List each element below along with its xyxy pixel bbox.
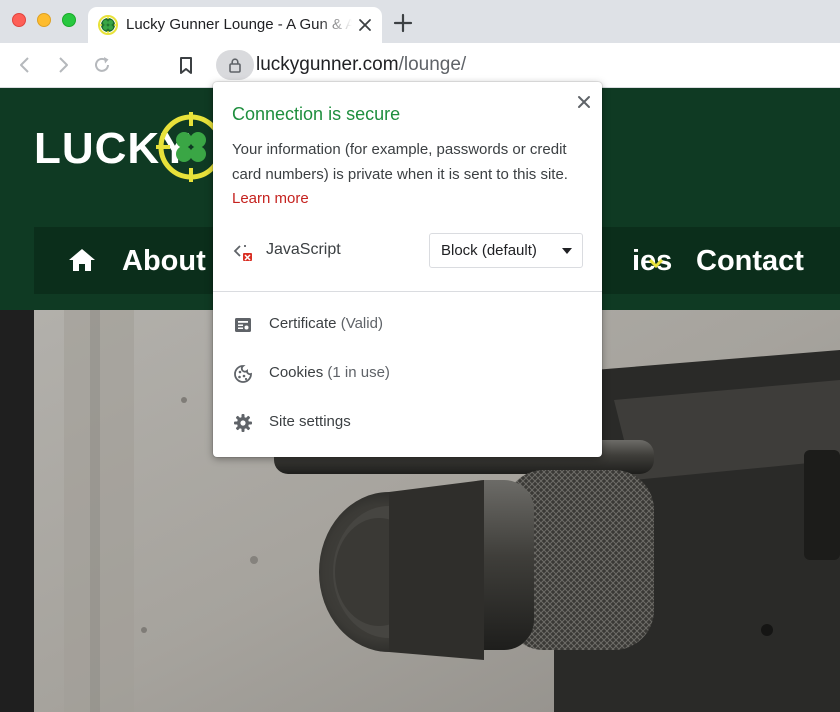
certificate-icon — [235, 318, 251, 332]
cookies-text: Cookies — [269, 364, 324, 381]
bookmark-icon[interactable] — [176, 55, 196, 75]
permission-select-value: Block (default) — [441, 242, 537, 259]
close-icon[interactable] — [576, 94, 592, 110]
certificate-row[interactable]: Certificate (Valid) — [213, 301, 602, 349]
address-url[interactable]: luckygunner.com/lounge/ — [256, 54, 466, 76]
site-info-button[interactable] — [216, 50, 254, 80]
certificate-label: Certificate (Valid) — [269, 315, 383, 332]
javascript-blocked-icon — [233, 245, 252, 261]
divider — [213, 291, 602, 292]
window-zoom-button[interactable] — [62, 13, 76, 27]
back-arrow-icon[interactable] — [15, 55, 35, 75]
lock-icon — [229, 58, 241, 73]
cookie-icon — [234, 365, 252, 383]
certificate-status: (Valid) — [340, 315, 383, 332]
home-icon[interactable] — [68, 247, 96, 273]
url-path: /lounge/ — [398, 54, 467, 75]
connection-description: Your information (for example, passwords… — [232, 138, 588, 212]
learn-more-link[interactable]: Learn more — [232, 190, 309, 207]
site-settings-row[interactable]: Site settings — [213, 399, 602, 447]
new-tab-icon[interactable] — [392, 12, 414, 34]
javascript-permission-select[interactable]: Block (default) — [429, 233, 583, 268]
clover-favicon-icon — [98, 15, 118, 35]
nav-item-contact[interactable]: Contact — [696, 245, 804, 278]
description-text: Your information (for example, passwords… — [232, 141, 568, 183]
reload-icon[interactable] — [92, 55, 112, 75]
dropdown-arrow-icon — [562, 248, 572, 254]
connection-status-title: Connection is secure — [232, 104, 401, 124]
forward-arrow-icon[interactable] — [53, 55, 73, 75]
site-settings-label: Site settings — [269, 413, 351, 430]
close-tab-icon[interactable] — [356, 16, 374, 34]
javascript-label: JavaScript — [266, 241, 341, 258]
cookies-count: (1 in use) — [327, 364, 390, 381]
browser-tab-active[interactable]: Lucky Gunner Lounge - A Gun & Ammo Blog — [88, 7, 382, 43]
certificate-text: Certificate — [269, 315, 337, 332]
window-close-button[interactable] — [12, 13, 26, 27]
chevron-down-icon[interactable] — [648, 257, 664, 269]
window-minimize-button[interactable] — [37, 13, 51, 27]
tab-strip: Lucky Gunner Lounge - A Gun & Ammo Blog — [0, 0, 840, 43]
cookies-label: Cookies (1 in use) — [269, 364, 390, 381]
gear-icon — [234, 414, 252, 432]
cookies-row[interactable]: Cookies (1 in use) — [213, 350, 602, 398]
url-domain: luckygunner.com — [256, 54, 399, 75]
site-info-popup: Connection is secure Your information (f… — [213, 82, 602, 457]
tab-title: Lucky Gunner Lounge - A Gun & Ammo Blog — [126, 16, 352, 33]
nav-item-about[interactable]: About — [122, 245, 206, 278]
